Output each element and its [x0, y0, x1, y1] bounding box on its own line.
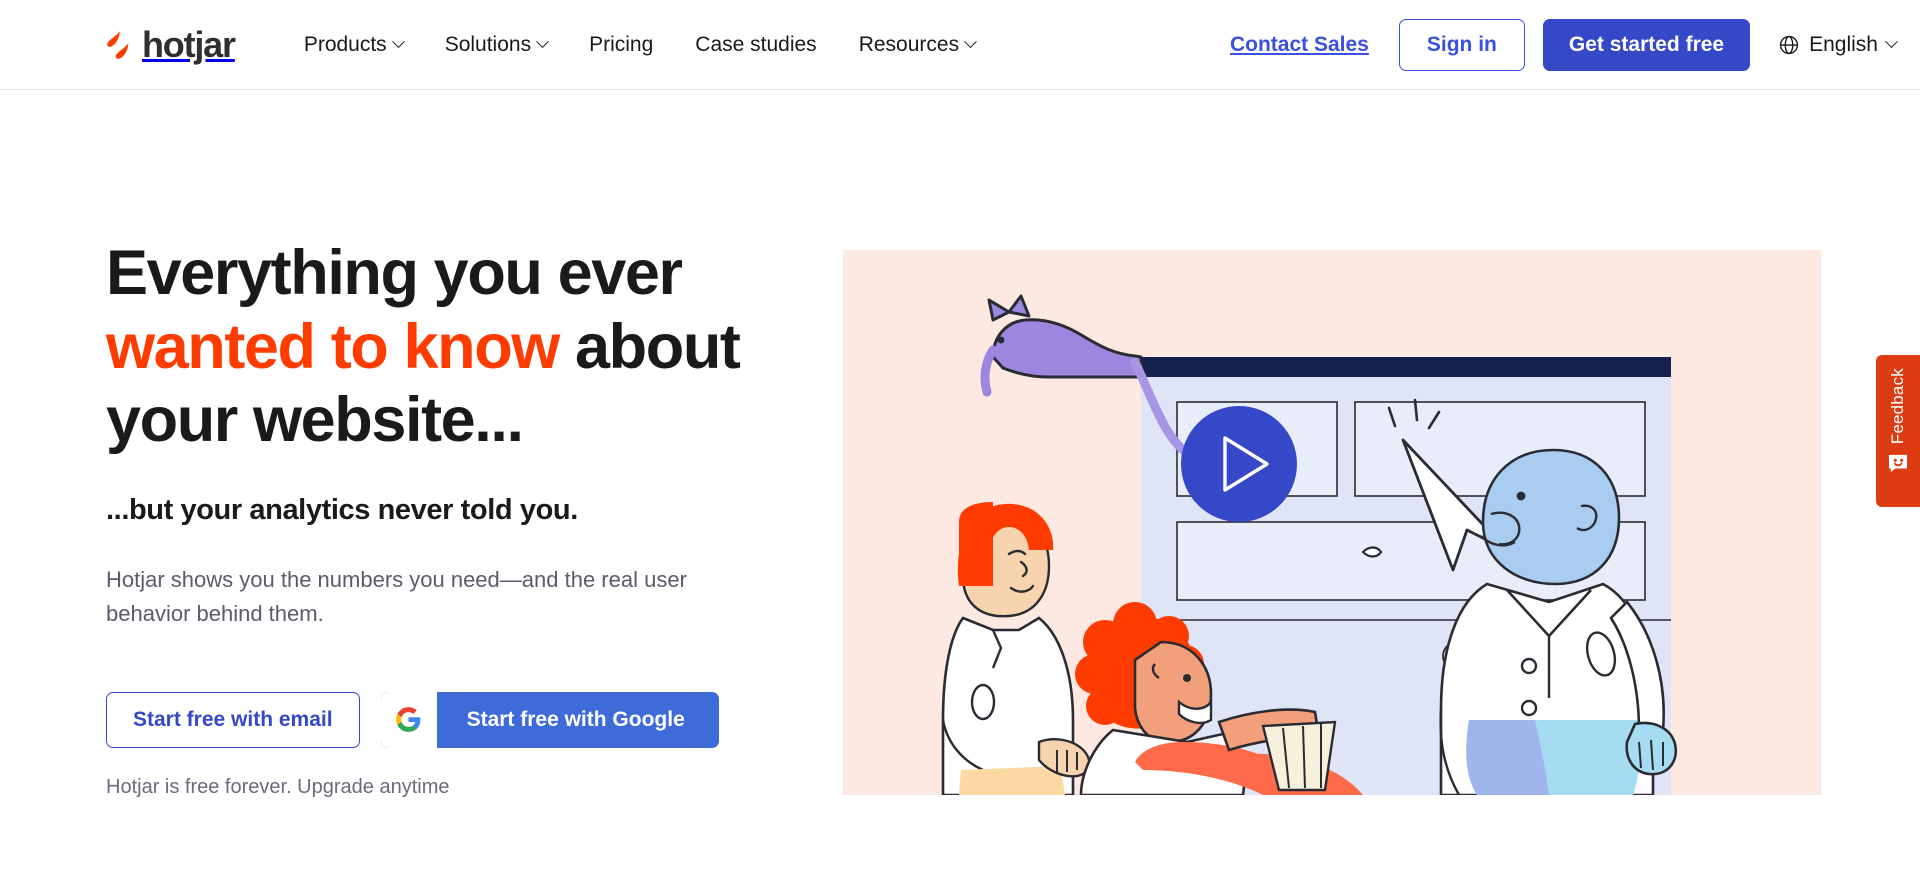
headline-line-3: your website... — [106, 385, 524, 456]
globe-icon — [1779, 35, 1799, 54]
start-free-with-email-button[interactable]: Start free with email — [106, 691, 360, 748]
page-title: Everything you ever wanted to know about… — [106, 237, 796, 458]
contact-sales-link[interactable]: Contact Sales — [1208, 33, 1391, 57]
chevron-down-icon — [964, 35, 977, 49]
hotjar-flame-mark-icon — [107, 30, 129, 59]
hero-illustration-people-browser-cat — [843, 250, 1821, 795]
sign-in-button[interactable]: Sign in — [1398, 18, 1525, 71]
chevron-down-icon — [1885, 35, 1898, 49]
start-free-with-google-button[interactable]: Start free with Google — [380, 691, 719, 748]
nav-item-pricing[interactable]: Pricing — [568, 33, 674, 57]
chevron-down-icon — [391, 35, 405, 49]
nav-item-label: Pricing — [589, 32, 654, 56]
chevron-down-icon — [536, 35, 549, 49]
hero-cta-row: Start free with email Start free with Go… — [106, 691, 843, 748]
hero-copy-column: Everything you ever wanted to know about… — [0, 90, 843, 878]
nav-item-label: Products — [303, 32, 387, 56]
hotjar-logo-text: hotjar — [142, 23, 236, 65]
hero-illustration-container — [843, 250, 1821, 795]
nav-item-label: Solutions — [444, 32, 532, 56]
play-button[interactable] — [1181, 406, 1297, 522]
language-selector[interactable]: English — [1778, 32, 1898, 57]
nav-item-label: Case studies — [695, 32, 817, 56]
start-free-with-google-label: Start free with Google — [466, 707, 685, 731]
headline-line-2-tail: about — [558, 311, 741, 382]
hero-subheadline: ...but your analytics never told you. — [106, 494, 578, 527]
headline-accent-phrase: wanted to know — [106, 311, 560, 382]
nav-item-resources[interactable]: Resources — [838, 33, 996, 57]
language-label: English — [1809, 32, 1878, 56]
google-g-icon — [380, 691, 437, 748]
header-actions: Contact Sales Sign in Get started free E… — [1208, 18, 1920, 71]
nav-item-solutions[interactable]: Solutions — [424, 33, 568, 57]
feedback-tab[interactable]: Feedback — [1876, 355, 1920, 507]
nav-item-products[interactable]: Products — [283, 33, 424, 57]
hero-fineprint: Hotjar is free forever. Upgrade anytime — [106, 775, 450, 798]
hero-section: Everything you ever wanted to know about… — [0, 90, 1920, 878]
site-header: hotjar Products Solutions Pricing Case s… — [0, 0, 1920, 90]
hotjar-logo[interactable]: hotjar — [106, 23, 236, 65]
headline-line-1: Everything you ever — [106, 238, 683, 308]
hero-body-copy: Hotjar shows you the numbers you need—an… — [106, 567, 687, 626]
primary-nav: Products Solutions Pricing Case studies … — [283, 33, 996, 57]
smiley-chat-bubble-icon — [1888, 455, 1908, 473]
nav-item-case-studies[interactable]: Case studies — [674, 33, 837, 57]
feedback-tab-label: Feedback — [1888, 368, 1907, 445]
nav-item-label: Resources — [858, 32, 960, 56]
get-started-free-button[interactable]: Get started free — [1542, 18, 1751, 71]
